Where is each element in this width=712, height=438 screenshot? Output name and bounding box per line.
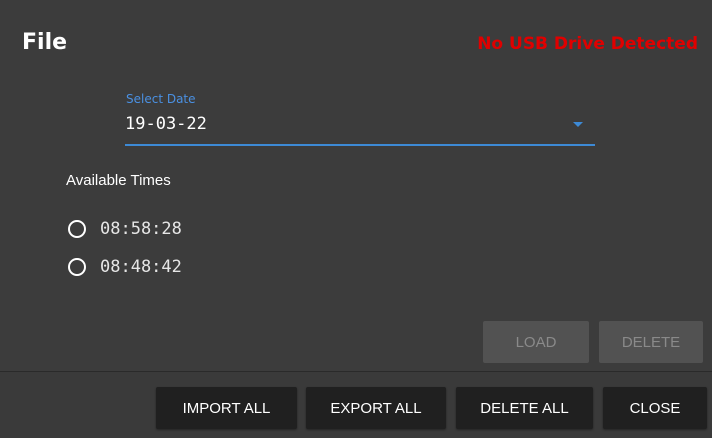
close-button[interactable]: CLOSE — [603, 387, 707, 429]
time-option-label: 08:58:28 — [100, 219, 182, 239]
time-option-2[interactable]: 08:48:42 — [66, 254, 182, 280]
select-date-value: 19-03-22 — [125, 114, 207, 134]
time-option-1[interactable]: 08:58:28 — [66, 216, 182, 242]
delete-all-button[interactable]: DELETE ALL — [456, 387, 593, 429]
radio-unchecked-icon[interactable] — [68, 220, 86, 238]
available-times-heading: Available Times — [66, 172, 171, 189]
time-option-label: 08:48:42 — [100, 257, 182, 277]
dialog-title: File — [22, 30, 68, 55]
usb-status-message: No USB Drive Detected — [477, 34, 698, 54]
export-all-button[interactable]: EXPORT ALL — [306, 387, 446, 429]
load-button[interactable]: LOAD — [483, 321, 589, 363]
select-date-label: Select Date — [126, 92, 196, 106]
file-dialog: File No USB Drive Detected Select Date 1… — [0, 0, 712, 438]
radio-unchecked-icon[interactable] — [68, 258, 86, 276]
import-all-button[interactable]: IMPORT ALL — [156, 387, 297, 429]
delete-button[interactable]: DELETE — [599, 321, 703, 363]
select-date-dropdown[interactable]: Select Date 19-03-22 — [125, 92, 595, 146]
caret-down-icon[interactable] — [573, 122, 583, 127]
